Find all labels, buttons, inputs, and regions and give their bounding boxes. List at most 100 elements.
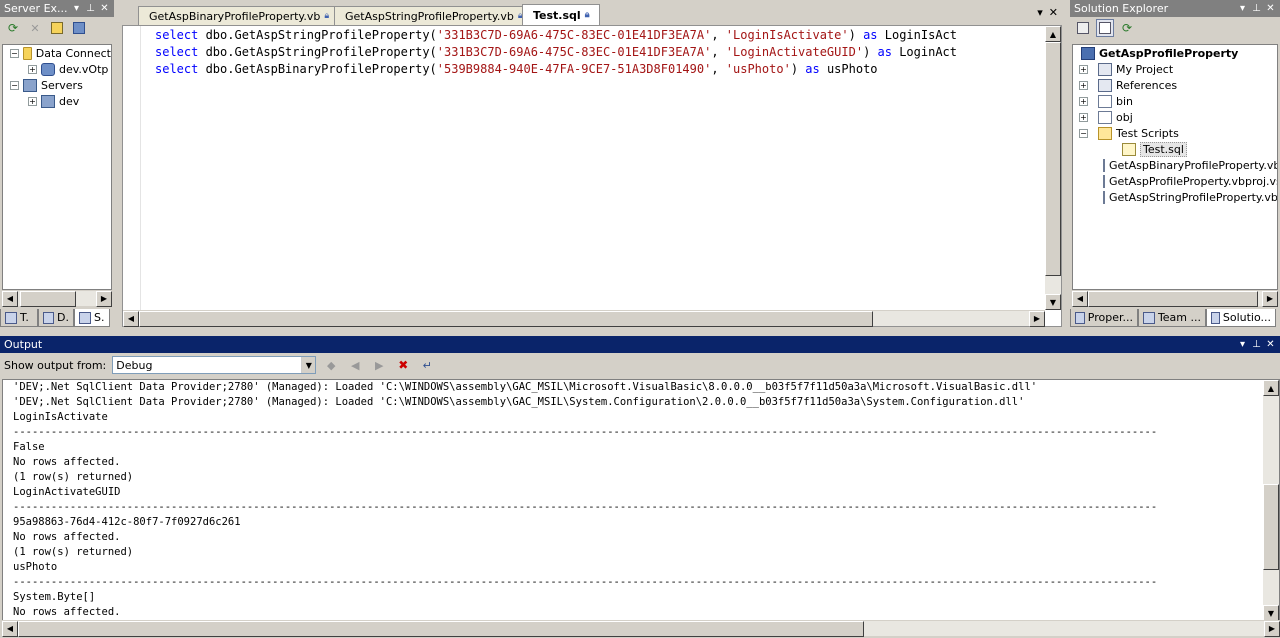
tree-item-dev[interactable]: + dev xyxy=(3,93,111,109)
tab-server-explorer[interactable]: S. xyxy=(74,309,110,327)
scroll-thumb[interactable] xyxy=(1045,42,1061,276)
output-source-select[interactable]: Debug ▼ xyxy=(112,356,317,374)
expand-icon[interactable]: + xyxy=(28,64,37,74)
tree-item-data-connections[interactable]: − Data Connect xyxy=(3,45,111,61)
properties-button[interactable] xyxy=(1074,19,1092,37)
tree-item-dev-votp[interactable]: + dev.vOtp xyxy=(3,61,111,77)
output-vscroll[interactable]: ▲ ▼ xyxy=(1263,380,1279,621)
pin-icon[interactable]: ⊥ xyxy=(85,3,96,14)
clear-all-button[interactable]: ✖ xyxy=(394,356,412,374)
tree-item-my-project[interactable]: + My Project xyxy=(1073,61,1277,77)
keyword: select xyxy=(155,62,199,76)
collapse-icon[interactable]: − xyxy=(1079,128,1088,138)
expand-icon[interactable]: + xyxy=(1079,96,1088,106)
tree-item-test-scripts[interactable]: − Test Scripts xyxy=(1073,125,1277,141)
output-titlebar: Output ▾ ⊥ ✕ xyxy=(0,336,1280,353)
dropdown-icon[interactable]: ▾ xyxy=(1237,3,1248,14)
scroll-thumb[interactable] xyxy=(18,620,864,637)
scroll-up-icon[interactable]: ▲ xyxy=(1263,380,1279,396)
solution-explorer-toolbar: ⟳ xyxy=(1070,17,1280,39)
dropdown-icon[interactable]: ▾ xyxy=(71,3,82,14)
connect-database-button[interactable] xyxy=(48,19,66,37)
output-hscroll[interactable]: ◀ ▶ xyxy=(2,620,1280,637)
scroll-left-icon[interactable]: ◀ xyxy=(1072,290,1088,307)
string-literal: 'usPhoto' xyxy=(725,62,791,76)
close-icon[interactable]: ✕ xyxy=(1265,339,1276,350)
tab-toolbox[interactable]: T. xyxy=(0,309,38,327)
scroll-right-icon[interactable]: ▶ xyxy=(1262,290,1278,307)
active-files-dropdown-icon[interactable]: ▾ xyxy=(1037,6,1043,19)
close-document-icon[interactable]: ✕ xyxy=(1049,6,1058,19)
refresh-button[interactable]: ⟳ xyxy=(1118,19,1136,37)
tree-item-obj[interactable]: + obj xyxy=(1073,109,1277,125)
scroll-thumb[interactable] xyxy=(1263,484,1279,570)
toggle-word-wrap-button[interactable]: ↵ xyxy=(418,356,436,374)
scroll-right-icon[interactable]: ▶ xyxy=(1029,310,1045,327)
tab-getaspbinaryprofileproperty[interactable]: GetAspBinaryProfileProperty.vb 🔒︎ xyxy=(138,6,341,25)
chevron-down-icon[interactable]: ▼ xyxy=(301,357,316,373)
scroll-down-icon[interactable]: ▼ xyxy=(1045,294,1061,310)
connect-server-button[interactable] xyxy=(70,19,88,37)
scroll-left-icon[interactable]: ◀ xyxy=(123,310,139,327)
tree-item-bin[interactable]: + bin xyxy=(1073,93,1277,109)
dropdown-icon[interactable]: ▾ xyxy=(1237,339,1248,350)
tree-item-references[interactable]: + References xyxy=(1073,77,1277,93)
document-tab-controls: ▾ ✕ xyxy=(1037,6,1058,19)
tree-item-vbproj-vspscc[interactable]: GetAspProfileProperty.vbproj.vsp xyxy=(1073,173,1277,189)
scroll-thumb[interactable] xyxy=(20,290,76,307)
editor-vscroll[interactable]: ▲ ▼ xyxy=(1045,26,1061,310)
tree-item-label: Test Scripts xyxy=(1116,126,1179,140)
collapse-icon[interactable]: − xyxy=(10,48,19,58)
lock-icon: 🔒︎ xyxy=(584,10,590,20)
folder-icon xyxy=(1098,110,1112,124)
expand-icon[interactable]: + xyxy=(1079,112,1088,122)
expand-icon[interactable]: + xyxy=(28,96,37,106)
code-editor[interactable]: select dbo.GetAspStringProfileProperty( '… xyxy=(122,25,1062,327)
tab-getaspstringprofileproperty[interactable]: GetAspStringProfileProperty.vb 🔒︎ xyxy=(334,6,534,25)
scroll-left-icon[interactable]: ◀ xyxy=(2,620,18,637)
scroll-thumb[interactable] xyxy=(139,310,873,327)
expand-icon[interactable]: + xyxy=(1079,80,1088,90)
tree-item-servers[interactable]: − Servers xyxy=(3,77,111,93)
pin-icon[interactable]: ⊥ xyxy=(1251,3,1262,14)
scroll-right-icon[interactable]: ▶ xyxy=(1264,620,1280,637)
stop-button[interactable]: ✕ xyxy=(26,19,44,37)
output-line: No rows affected. xyxy=(13,456,121,468)
collapse-icon[interactable]: − xyxy=(10,80,19,90)
output-text-area[interactable]: 'DEV;.Net SqlClient Data Provider;2780' … xyxy=(2,379,1280,622)
paren: ) xyxy=(863,45,878,59)
scroll-down-icon[interactable]: ▼ xyxy=(1263,605,1279,621)
tree-item-label: GetAspBinaryProfileProperty.vb xyxy=(1109,158,1278,172)
close-icon[interactable]: ✕ xyxy=(99,3,110,14)
next-message-button[interactable]: ▶ xyxy=(370,356,388,374)
my-project-icon xyxy=(1098,62,1112,76)
function-call: dbo.GetAspStringProfileProperty( xyxy=(198,28,437,42)
scroll-thumb[interactable] xyxy=(1088,290,1258,307)
close-icon[interactable]: ✕ xyxy=(1265,3,1276,14)
tree-item-getaspstringprofileproperty[interactable]: GetAspStringProfileProperty.vb xyxy=(1073,189,1277,205)
server-explorer-tree: − Data Connect + dev.vOtp − Servers + de… xyxy=(2,44,112,290)
tab-test-sql[interactable]: Test.sql 🔒︎ xyxy=(522,4,601,25)
previous-message-button[interactable]: ◀ xyxy=(346,356,364,374)
scroll-left-icon[interactable]: ◀ xyxy=(2,290,18,307)
find-icon: ◆ xyxy=(327,358,336,372)
expand-icon[interactable]: + xyxy=(1079,64,1088,74)
tab-properties[interactable]: Proper... xyxy=(1070,309,1138,327)
find-message-button[interactable]: ◆ xyxy=(322,356,340,374)
keyword: as xyxy=(877,45,892,59)
tree-item-getaspbinaryprofileproperty[interactable]: GetAspBinaryProfileProperty.vb xyxy=(1073,157,1277,173)
pin-icon[interactable]: ⊥ xyxy=(1251,339,1262,350)
tree-item-project[interactable]: GetAspProfileProperty xyxy=(1073,45,1277,61)
editor-hscroll[interactable]: ◀ ▶ xyxy=(123,310,1045,327)
refresh-button[interactable]: ⟳ xyxy=(4,19,22,37)
scroll-right-icon[interactable]: ▶ xyxy=(96,290,112,307)
server-explorer-hscroll[interactable]: ◀ ▶ xyxy=(2,290,112,307)
tab-solution-explorer[interactable]: Solutio... xyxy=(1206,309,1276,327)
show-all-files-button[interactable] xyxy=(1096,19,1114,37)
alias: LoginAct xyxy=(891,45,957,59)
scroll-up-icon[interactable]: ▲ xyxy=(1045,26,1061,42)
tab-team-explorer[interactable]: Team ... xyxy=(1138,309,1206,327)
solution-explorer-hscroll[interactable]: ◀ ▶ xyxy=(1072,290,1278,307)
tab-data-sources[interactable]: D. xyxy=(38,309,74,327)
tree-item-test-sql[interactable]: Test.sql xyxy=(1073,141,1277,157)
